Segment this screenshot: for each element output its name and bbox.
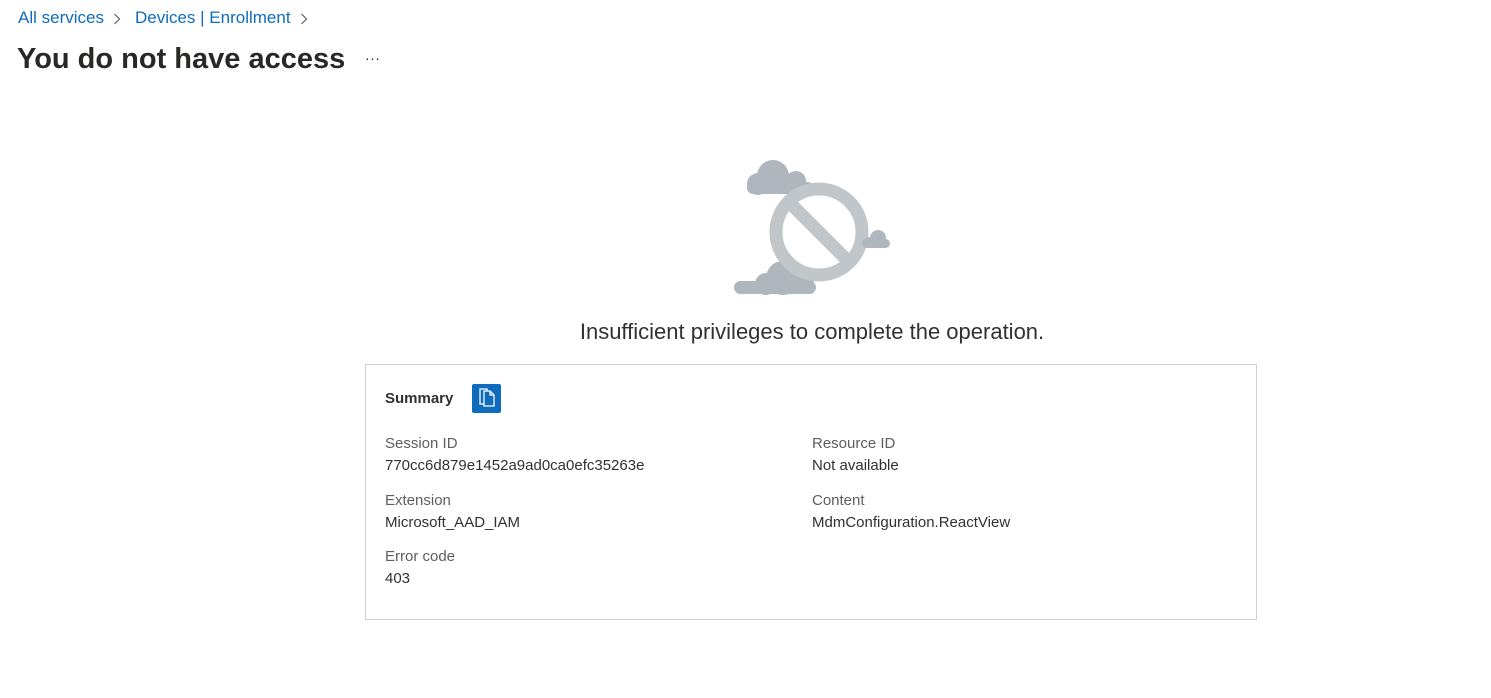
session-id-label: Session ID	[385, 435, 458, 452]
content-field: Content MdmConfiguration.ReactView	[812, 490, 1010, 534]
content-label: Content	[812, 492, 865, 509]
copy-summary-button[interactable]	[472, 384, 502, 413]
error-code-value: 403	[385, 570, 411, 587]
error-code-field: Error code 403	[385, 546, 455, 590]
session-id-field: Session ID 770cc6d879e1452a9ad0ca0efc352…	[385, 433, 644, 477]
session-id-value: 770cc6d879e1452a9ad0ca0efc35263e	[385, 457, 645, 474]
copy-icon	[477, 386, 497, 411]
error-code-label: Error code	[385, 548, 456, 565]
breadcrumb: All services Devices | Enrollment	[18, 7, 322, 29]
more-options-button[interactable]: ···	[358, 48, 388, 72]
summary-title: Summary	[385, 390, 454, 407]
resource-id-field: Resource ID Not available	[812, 433, 899, 477]
summary-card: Summary Session ID 770cc6d879e1452a9ad0c…	[365, 364, 1257, 620]
error-message: Insufficient privileges to complete the …	[579, 319, 1045, 344]
resource-id-label: Resource ID	[812, 435, 896, 452]
content-value: MdmConfiguration.ReactView	[812, 514, 1011, 531]
extension-value: Microsoft_AAD_IAM	[385, 514, 521, 531]
summary-header: Summary	[385, 384, 502, 413]
access-denied-illustration	[730, 155, 900, 300]
breadcrumb-all-services-link[interactable]: All services	[18, 7, 104, 29]
resource-id-value: Not available	[812, 457, 899, 474]
breadcrumb-devices-enrollment-link[interactable]: Devices | Enrollment	[135, 7, 291, 29]
chevron-right-icon	[300, 7, 310, 29]
chevron-right-icon	[113, 7, 123, 29]
extension-label: Extension	[385, 492, 451, 509]
page-title: You do not have access	[17, 43, 346, 75]
extension-field: Extension Microsoft_AAD_IAM	[385, 490, 520, 534]
